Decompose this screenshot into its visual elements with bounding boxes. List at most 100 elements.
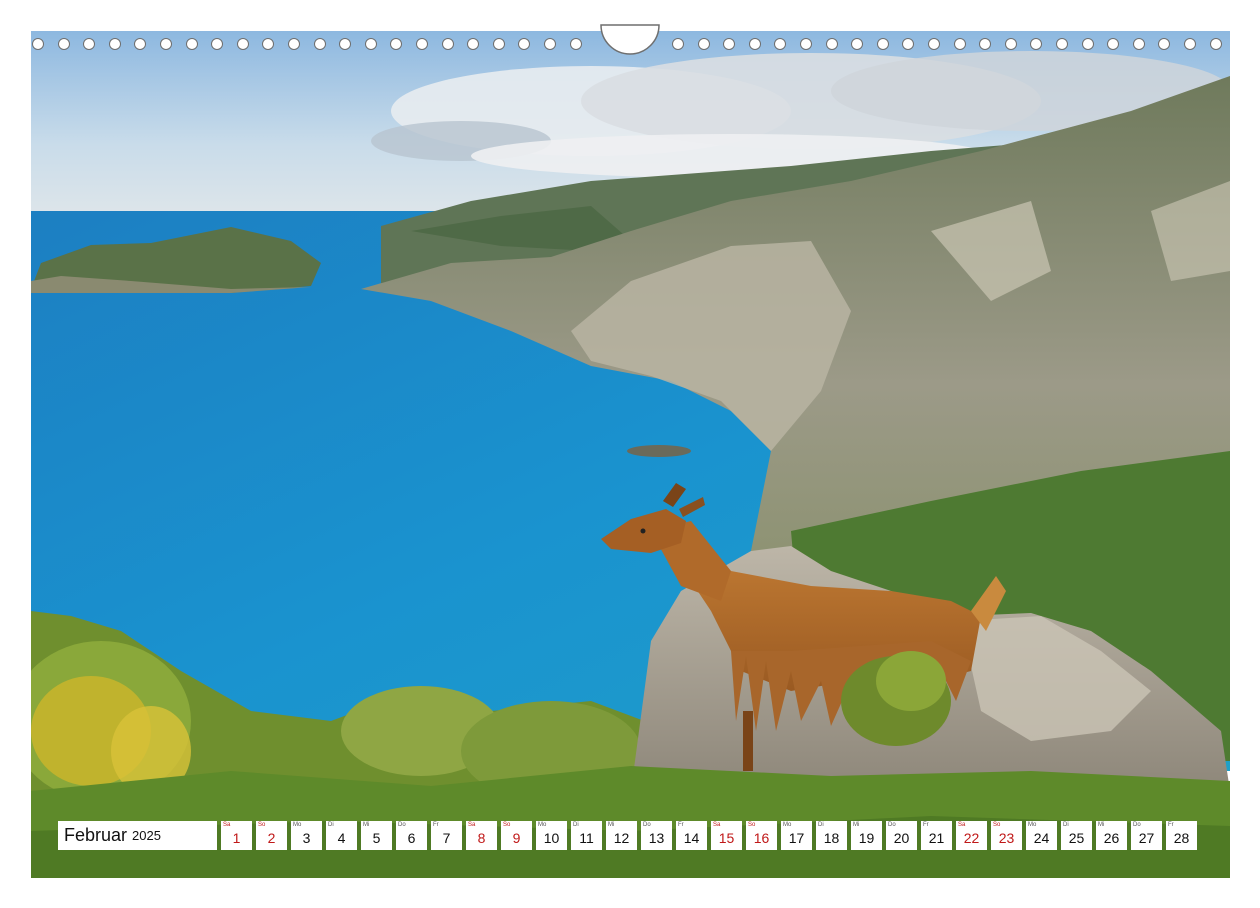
binding-hole bbox=[1107, 38, 1120, 50]
day-cell: Mi 5 bbox=[361, 821, 392, 850]
binding-hole bbox=[723, 38, 736, 50]
weekday-label: Di bbox=[328, 822, 334, 828]
day-cell: Mo 17 bbox=[781, 821, 812, 850]
binding-hole bbox=[492, 38, 505, 50]
day-cell: Do 13 bbox=[641, 821, 672, 850]
binding-hole bbox=[262, 38, 275, 50]
binding-hole bbox=[57, 38, 70, 50]
day-cell: Fr 7 bbox=[431, 821, 462, 850]
month-label: Februar 2025 bbox=[58, 821, 217, 850]
binding-hole bbox=[774, 38, 787, 50]
day-number: 14 bbox=[683, 830, 700, 846]
day-number: 19 bbox=[858, 830, 875, 846]
day-number: 27 bbox=[1138, 830, 1155, 846]
weekday-label: Mi bbox=[1098, 822, 1105, 828]
weekday-label: Mo bbox=[538, 822, 547, 828]
day-number: 12 bbox=[613, 830, 630, 846]
binding-hole bbox=[134, 38, 147, 50]
month-name: Februar bbox=[64, 825, 128, 845]
month-year: 2025 bbox=[132, 828, 161, 843]
weekday-label: Fr bbox=[923, 822, 929, 828]
weekday-label: Mi bbox=[363, 822, 370, 828]
binding-hole bbox=[1056, 38, 1068, 50]
weekday-label: Sa bbox=[468, 822, 476, 828]
binding-hole bbox=[697, 38, 710, 50]
day-cell: So 16 bbox=[746, 821, 777, 850]
calendar-strip: Februar 2025 Sa 1 So 2 Mo 3 Di 4 Mi 5 Do 6 Fr 7 Sa 8 So 9… bbox=[58, 821, 1197, 850]
binding-hole bbox=[416, 38, 428, 50]
weekday-label: Sa bbox=[958, 822, 966, 828]
day-cell: Fr 21 bbox=[921, 821, 952, 850]
day-number: 21 bbox=[928, 830, 945, 846]
weekday-label: Mo bbox=[1028, 822, 1037, 828]
day-number: 22 bbox=[963, 830, 980, 846]
binding-hole bbox=[185, 38, 198, 50]
day-number: 1 bbox=[232, 830, 241, 846]
day-cell: So 9 bbox=[501, 821, 532, 850]
weekday-label: Do bbox=[1133, 822, 1141, 828]
hanger-cutout bbox=[600, 24, 660, 55]
weekday-label: Di bbox=[818, 822, 824, 828]
day-cell: Mi 12 bbox=[606, 821, 637, 850]
day-number: 28 bbox=[1173, 830, 1190, 846]
binding-hole bbox=[32, 38, 44, 50]
weekday-label: So bbox=[258, 822, 266, 828]
day-number: 6 bbox=[407, 830, 416, 846]
day-cell: Sa 15 bbox=[711, 821, 742, 850]
day-cell: Di 25 bbox=[1061, 821, 1092, 850]
binding-hole bbox=[441, 38, 454, 50]
weekday-label: So bbox=[748, 822, 756, 828]
weekday-label: Mo bbox=[293, 822, 302, 828]
binding-hole bbox=[825, 38, 838, 50]
calendar-page: Februar 2025 Sa 1 So 2 Mo 3 Di 4 Mi 5 Do 6 Fr 7 Sa 8 So 9… bbox=[0, 0, 1260, 908]
weekday-label: Di bbox=[1063, 822, 1069, 828]
day-cell: Mo 24 bbox=[1026, 821, 1057, 850]
binding-hole bbox=[544, 38, 556, 50]
binding-hole bbox=[851, 38, 864, 50]
day-number: 18 bbox=[823, 830, 840, 846]
binding-hole bbox=[313, 38, 326, 50]
weekday-label: Fr bbox=[433, 822, 439, 828]
binding-hole bbox=[211, 38, 224, 50]
day-cell: Fr 28 bbox=[1166, 821, 1197, 850]
day-number: 9 bbox=[512, 830, 521, 846]
binding-hole bbox=[1209, 38, 1222, 50]
day-cell: Mi 26 bbox=[1096, 821, 1127, 850]
binding-hole bbox=[390, 38, 403, 50]
binding-hole bbox=[1184, 38, 1196, 50]
landscape-photo bbox=[31, 31, 1230, 878]
binding-hole bbox=[748, 38, 761, 50]
weekday-label: So bbox=[993, 822, 1001, 828]
day-cell: Do 20 bbox=[886, 821, 917, 850]
binding-hole bbox=[236, 38, 249, 50]
day-cell: Di 11 bbox=[571, 821, 602, 850]
day-cell: Sa 8 bbox=[466, 821, 497, 850]
day-number: 3 bbox=[302, 830, 311, 846]
day-number: 13 bbox=[648, 830, 665, 846]
binding-hole bbox=[518, 38, 531, 50]
day-cell: Di 18 bbox=[816, 821, 847, 850]
day-cell: So 2 bbox=[256, 821, 287, 850]
binding-hole bbox=[876, 38, 889, 50]
day-cell: Sa 22 bbox=[956, 821, 987, 850]
day-cell: Do 6 bbox=[396, 821, 427, 850]
weekday-label: Fr bbox=[1168, 822, 1174, 828]
day-cell: Mi 19 bbox=[851, 821, 882, 850]
day-number: 16 bbox=[753, 830, 770, 846]
weekday-label: Sa bbox=[223, 822, 231, 828]
weekday-label: Mo bbox=[783, 822, 792, 828]
weekday-label: Do bbox=[888, 822, 896, 828]
day-number: 23 bbox=[998, 830, 1015, 846]
binding-hole bbox=[108, 38, 121, 50]
binding-hole bbox=[339, 38, 352, 50]
day-cell: Di 4 bbox=[326, 821, 357, 850]
binding-hole bbox=[1004, 38, 1017, 50]
binding-hole bbox=[1030, 38, 1043, 50]
binding-hole bbox=[902, 38, 915, 50]
day-number: 7 bbox=[442, 830, 451, 846]
day-cell: Sa 1 bbox=[221, 821, 252, 850]
weekday-label: Do bbox=[398, 822, 406, 828]
weekday-label: Mi bbox=[608, 822, 615, 828]
day-number: 26 bbox=[1103, 830, 1120, 846]
binding-hole bbox=[1132, 38, 1145, 50]
